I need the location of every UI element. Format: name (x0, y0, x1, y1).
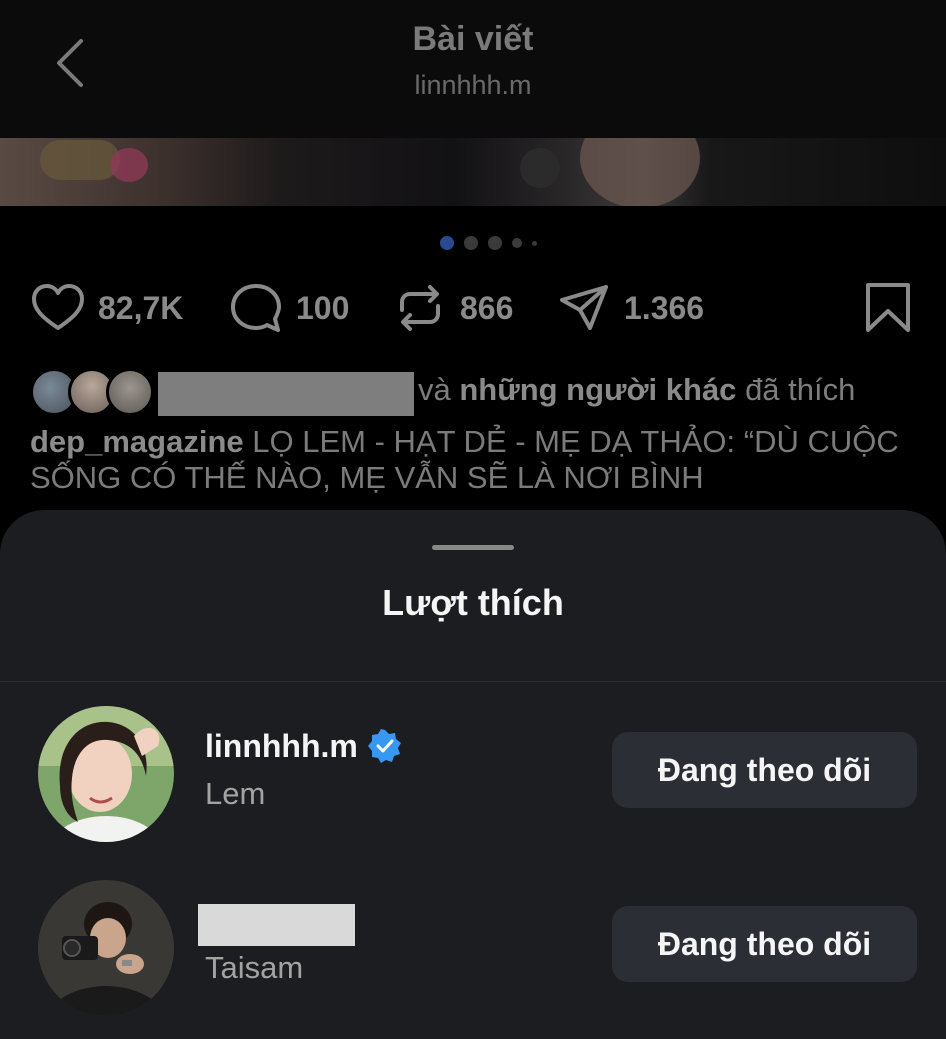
liked-by-avatars (30, 368, 154, 416)
post-actions: 82,7K 100 866 1.366 (30, 280, 916, 336)
liked-by-others[interactable]: những người khác (459, 372, 736, 407)
comment-button[interactable]: 100 (228, 280, 349, 336)
full-name: Lem (205, 776, 266, 811)
carousel-dot (532, 240, 537, 246)
following-button[interactable]: Đang theo dõi (612, 732, 917, 808)
send-icon (560, 285, 608, 330)
carousel-indicator (440, 236, 537, 250)
following-button[interactable]: Đang theo dõi (612, 906, 917, 982)
repost-icon (400, 285, 440, 331)
repost-button[interactable]: 866 (392, 280, 513, 336)
sheet-title: Lượt thích (382, 582, 564, 623)
list-item[interactable]: linnhhh.m Lem Đang theo dõi (0, 706, 946, 846)
sheet-grabber[interactable] (432, 545, 514, 550)
profile-photo (38, 706, 174, 842)
user-name-line: linnhhh.m (205, 726, 402, 766)
page-title: Bài viết (412, 20, 534, 58)
avatar (106, 368, 154, 416)
liked-by-row[interactable]: và những người khác đã thích (30, 368, 920, 416)
save-button[interactable] (860, 280, 916, 336)
likes-sheet: Lượt thích linnhhh.m Lem Đang theo dõi T… (0, 510, 946, 1039)
carousel-dot (512, 238, 522, 248)
profile-photo (38, 880, 174, 1016)
avatar[interactable] (38, 880, 174, 1016)
liked-by-text: và những người khác đã thích (418, 372, 855, 408)
comment-icon (231, 284, 281, 332)
heart-icon (32, 284, 84, 330)
liked-by-connector: và (418, 372, 451, 407)
redacted-username (158, 372, 414, 416)
carousel-dot (488, 236, 502, 250)
comment-count: 100 (296, 289, 350, 326)
divider (0, 681, 946, 682)
avatar[interactable] (38, 706, 174, 842)
list-item[interactable]: Taisam Đang theo dõi (0, 880, 946, 1020)
like-count: 82,7K (98, 289, 184, 326)
liked-by-suffix: đã thích (745, 372, 856, 407)
post-image[interactable] (0, 138, 946, 206)
redacted-username (198, 904, 355, 946)
share-button[interactable]: 1.366 (556, 280, 704, 336)
post-caption: dep_magazine LỌ LEM - HẠT DẺ - MẸ DẠ THẢ… (30, 424, 920, 496)
bookmark-icon (866, 283, 910, 332)
page-subtitle: linnhhh.m (414, 70, 532, 100)
carousel-dot (464, 236, 478, 250)
post-header: Bài viết linnhhh.m (0, 0, 946, 138)
caption-author[interactable]: dep_magazine (30, 424, 244, 459)
like-button[interactable]: 82,7K (30, 280, 183, 336)
verified-badge-icon (367, 729, 401, 763)
repost-count: 866 (460, 289, 514, 326)
share-count: 1.366 (624, 289, 705, 326)
username[interactable]: linnhhh.m (205, 728, 358, 765)
full-name: Taisam (205, 950, 304, 985)
carousel-dot (440, 236, 454, 250)
